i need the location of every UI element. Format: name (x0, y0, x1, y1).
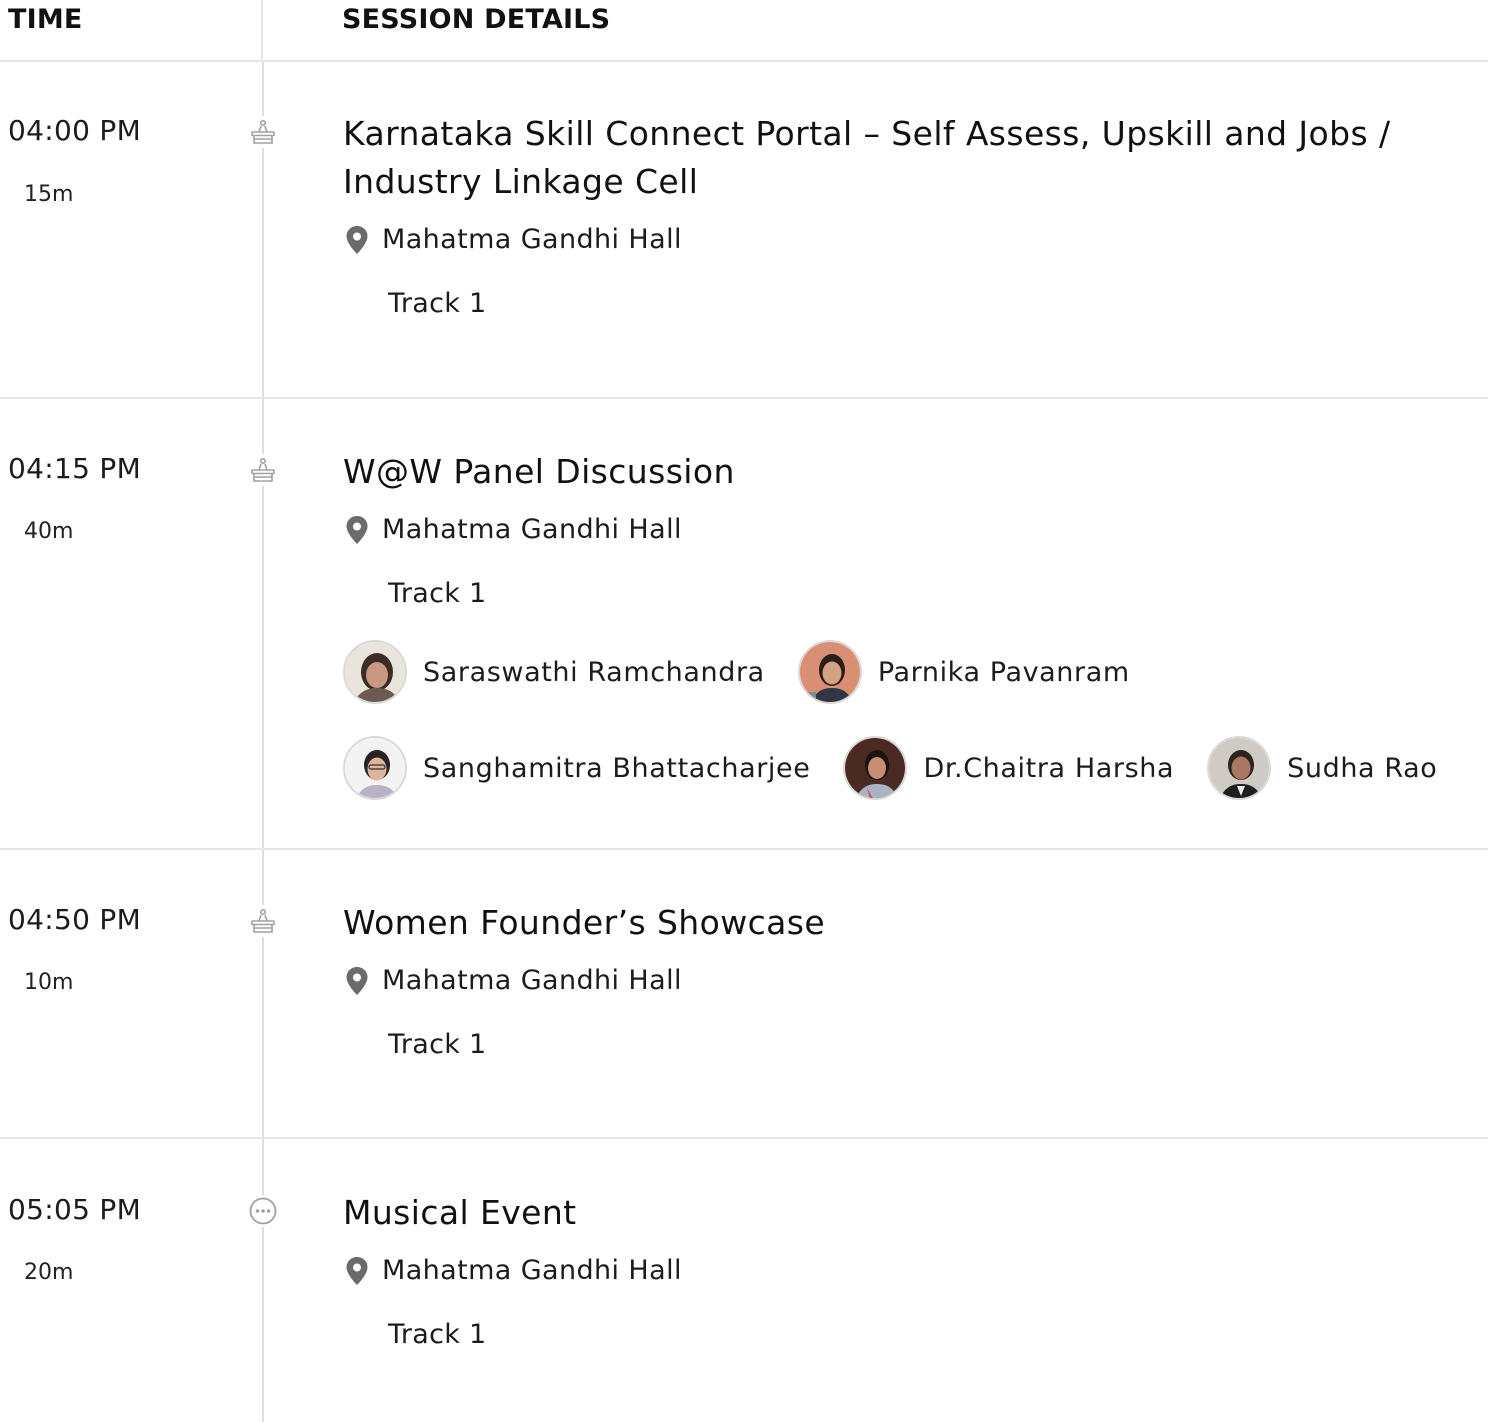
session-row[interactable]: 04:00 PM 15m Karnataka Skill Connect Por… (0, 62, 1488, 398)
session-details-column-header: SESSION DETAILS (342, 4, 611, 35)
session-track: Track 1 (388, 1029, 487, 1060)
avatar[interactable] (1207, 736, 1272, 800)
speaker-list: Saraswathi Ramchandra Parnika Pavanram (343, 640, 1163, 704)
location-name: Mahatma Gandhi Hall (382, 224, 682, 255)
schedule-header: TIME SESSION DETAILS (0, 0, 1488, 62)
session-time: 04:00 PM (8, 114, 142, 147)
session-duration: 10m (24, 970, 74, 995)
location-pin-icon (346, 966, 368, 995)
speaker-chip[interactable]: Saraswathi Ramchandra (343, 640, 765, 704)
podium-icon (247, 116, 279, 148)
session-title[interactable]: Women Founder’s Showcase (343, 899, 1478, 947)
location-name: Mahatma Gandhi Hall (382, 965, 682, 996)
session-duration: 20m (24, 1260, 74, 1285)
speaker-chip[interactable]: Sanghamitra Bhattacharjee (343, 736, 810, 800)
speaker-name: Saraswathi Ramchandra (423, 656, 765, 688)
avatar[interactable] (843, 736, 908, 800)
speaker-chip[interactable]: Sudha Rao (1207, 736, 1437, 800)
session-track: Track 1 (388, 1319, 487, 1350)
session-duration: 40m (24, 519, 74, 544)
session-title[interactable]: Musical Event (343, 1189, 1478, 1237)
location-pin-icon (346, 225, 368, 254)
session-location: Mahatma Gandhi Hall (345, 1255, 682, 1286)
session-title[interactable]: W@W Panel Discussion (343, 448, 1478, 496)
location-name: Mahatma Gandhi Hall (382, 514, 682, 545)
location-name: Mahatma Gandhi Hall (382, 1255, 682, 1286)
more-circle-icon (247, 1195, 279, 1227)
session-row[interactable]: 05:05 PM 20m Musical Event Mahatma Gandh… (0, 1139, 1488, 1422)
location-pin-icon (346, 515, 368, 544)
podium-icon (247, 454, 279, 486)
header-divider (261, 0, 263, 60)
speaker-name: Dr.Chaitra Harsha (923, 752, 1175, 784)
speaker-chip[interactable]: Dr.Chaitra Harsha (843, 736, 1174, 800)
session-row[interactable]: 04:15 PM 40m W@W Panel Discussion Mahatm… (0, 399, 1488, 848)
session-duration: 15m (24, 182, 74, 207)
avatar[interactable] (343, 640, 407, 704)
time-column-header: TIME (8, 4, 83, 35)
session-track: Track 1 (388, 288, 487, 319)
session-row[interactable]: 04:50 PM 10m Women Founder’s Showcase Ma… (0, 850, 1488, 1138)
speaker-name: Sanghamitra Bhattacharjee (423, 752, 811, 784)
session-location: Mahatma Gandhi Hall (345, 965, 682, 996)
avatar[interactable] (797, 640, 862, 704)
session-time: 05:05 PM (8, 1193, 142, 1226)
session-location: Mahatma Gandhi Hall (345, 514, 682, 545)
session-track: Track 1 (388, 578, 487, 609)
speaker-name: Parnika Pavanram (877, 656, 1130, 688)
session-time: 04:15 PM (8, 452, 142, 485)
location-pin-icon (346, 1256, 368, 1285)
speaker-list: Sanghamitra Bhattacharjee Dr.Chaitra Har… (343, 736, 1470, 800)
speaker-chip[interactable]: Parnika Pavanram (797, 640, 1130, 704)
podium-icon (247, 905, 279, 937)
speaker-name: Sudha Rao (1287, 752, 1438, 784)
session-time: 04:50 PM (8, 903, 142, 936)
session-title[interactable]: Karnataka Skill Connect Portal – Self As… (343, 110, 1478, 206)
avatar[interactable] (343, 736, 407, 800)
session-location: Mahatma Gandhi Hall (345, 224, 682, 255)
